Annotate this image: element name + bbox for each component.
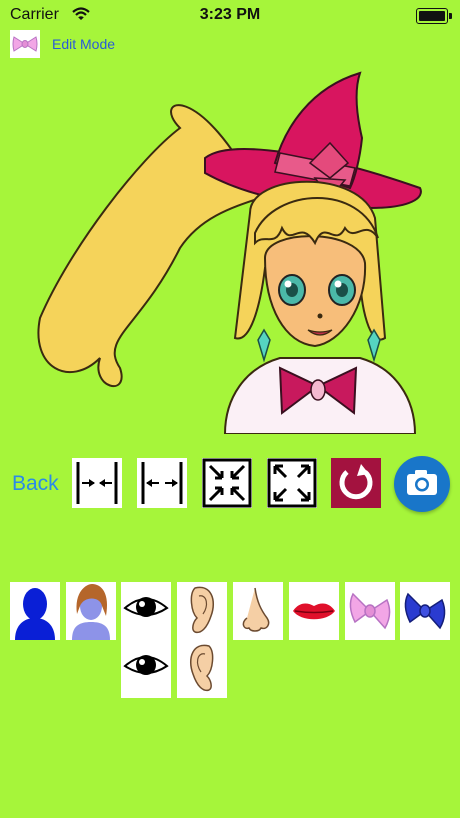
expand-button[interactable] [267, 458, 317, 508]
hair-button[interactable] [66, 582, 116, 640]
edit-mode-label: Edit Mode [52, 36, 116, 52]
ears-icon [189, 586, 215, 692]
shrink-icon [202, 458, 252, 508]
blue-bow-button[interactable] [400, 582, 450, 640]
camera-button[interactable] [394, 456, 450, 512]
lips-icon [293, 603, 335, 620]
blue-bow-icon [404, 592, 446, 630]
eyes-icon [123, 597, 169, 675]
avatar-illustration [37, 71, 422, 435]
shrink-horizontal-button[interactable] [72, 458, 122, 508]
shrink-button[interactable] [202, 458, 252, 508]
edit-mode-button[interactable]: Edit Mode [10, 30, 115, 58]
expand-horizontal-button[interactable] [137, 458, 187, 508]
eyes-button[interactable] [121, 582, 171, 698]
nose-button[interactable] [233, 582, 283, 640]
face-shape-icon [15, 588, 55, 640]
ponytail-hair [37, 104, 262, 387]
pink-bow-icon [349, 592, 391, 630]
status-time: 3:23 PM [199, 6, 261, 23]
lips-button[interactable] [289, 582, 339, 640]
ears-button[interactable] [177, 582, 227, 698]
expand-icon [267, 458, 317, 508]
shrink-horizontal-icon [76, 462, 118, 504]
pink-bow-button[interactable] [345, 582, 395, 640]
toolbar: Back [0, 456, 460, 512]
parts-palette [0, 582, 460, 702]
face-shape-button[interactable] [10, 582, 60, 640]
reset-icon [339, 464, 373, 500]
back-button[interactable]: Back [12, 472, 59, 496]
camera-icon [407, 470, 437, 495]
bow-icon [10, 30, 40, 58]
reset-button[interactable] [331, 458, 381, 508]
status-bar: Carrier 3:23 PM [0, 0, 460, 30]
battery-icon [416, 8, 452, 24]
avatar-canvas[interactable] [30, 68, 430, 435]
nose-icon [242, 587, 270, 632]
expand-horizontal-icon [141, 462, 183, 504]
hair-icon [72, 584, 110, 640]
